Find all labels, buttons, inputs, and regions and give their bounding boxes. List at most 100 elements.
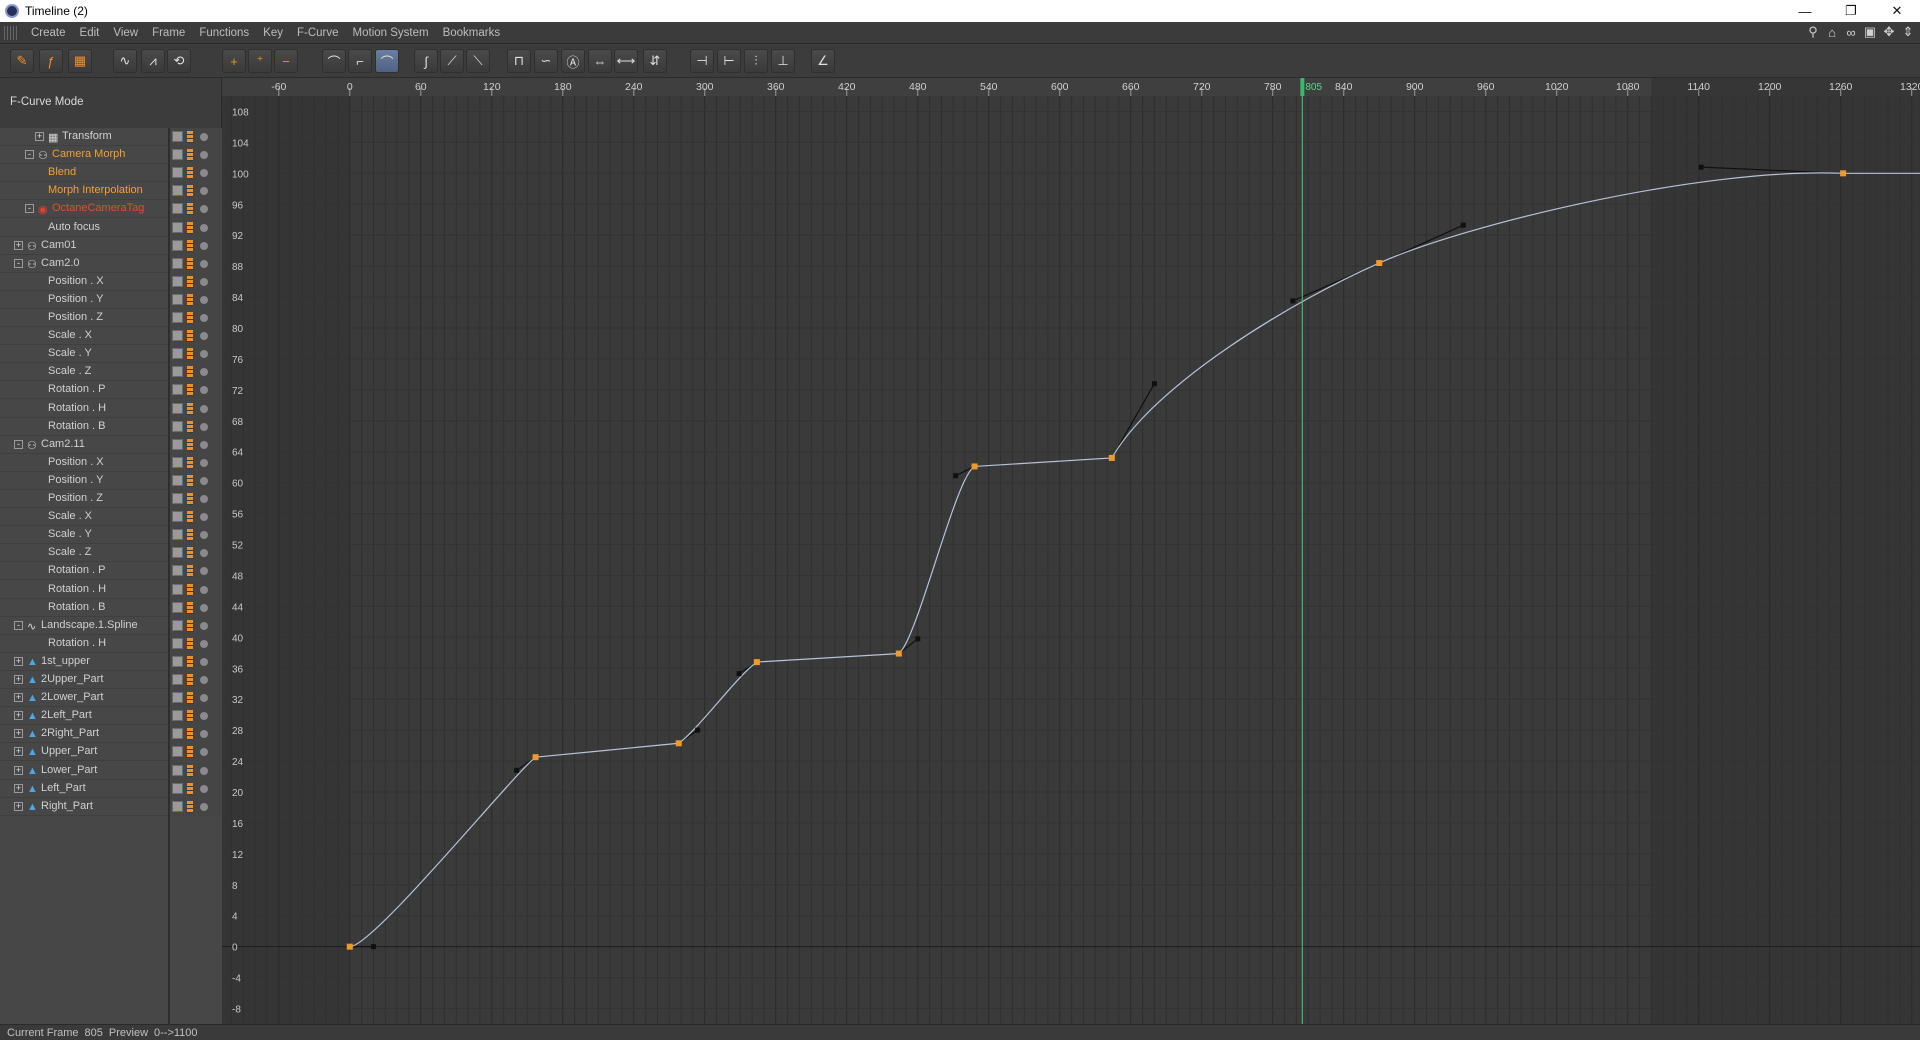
track-color-icon[interactable] [187,674,193,686]
dope-sheet-icon[interactable]: ▦ [68,49,92,73]
tree-name-cell[interactable]: + ⚇ Cam01 [0,236,168,255]
tree-name-cell[interactable]: Scale . Z [0,544,168,563]
expand-icon[interactable]: + [14,783,23,793]
tree-row[interactable]: Position . X [0,453,222,472]
expand-icon[interactable]: + [14,765,23,775]
tree-row[interactable]: Rotation . B [0,417,222,436]
edit-track-icon[interactable] [172,185,183,197]
expand-icon[interactable]: + [14,240,23,250]
track-color-icon[interactable] [187,293,193,306]
tree-row[interactable]: Position . Y [0,290,222,309]
edit-track-icon[interactable] [172,511,183,523]
collapse-icon[interactable]: - [25,150,34,160]
tree-name-cell[interactable]: Position . X [0,453,168,472]
tree-name-cell[interactable]: + ▲ Right_Part [0,797,168,816]
tree-row[interactable]: - ◉ OctaneCameraTag [0,200,222,219]
collapse-icon[interactable]: - [25,204,34,214]
tree-name-cell[interactable]: Position . Z [0,309,168,327]
collapse-icon[interactable]: - [14,439,23,449]
track-color-icon[interactable] [187,710,193,723]
expand-icon[interactable]: + [14,747,23,757]
tree-row[interactable]: Rotation . H [0,634,222,653]
edit-track-icon[interactable] [172,728,183,740]
tree-row[interactable]: + ▲ 2Right_Part [0,725,222,744]
tree-row[interactable]: Rotation . P [0,562,222,581]
tree-row[interactable]: + ▲ 2Left_Part [0,707,222,726]
search-icon[interactable]: ⚲ [1805,24,1821,40]
solo-dot-icon[interactable] [200,585,208,594]
zoom-view-icon[interactable]: ⇕ [1900,24,1916,40]
tree-row[interactable]: Rotation . B [0,598,222,617]
menu-bookmarks[interactable]: Bookmarks [436,22,508,44]
tree-name-cell[interactable]: Position . Z [0,490,168,508]
tree-name-cell[interactable]: Rotation . H [0,634,168,653]
edit-track-icon[interactable] [172,619,183,631]
solo-dot-icon[interactable] [200,531,208,540]
track-color-icon[interactable] [187,511,193,524]
solo-dot-icon[interactable] [200,259,208,268]
tree-name-cell[interactable]: Rotation . B [0,598,168,617]
track-color-icon[interactable] [187,764,193,777]
edit-track-icon[interactable] [172,420,183,432]
track-color-icon[interactable] [187,330,193,343]
track-color-icon[interactable] [187,782,193,795]
tree-row[interactable]: Blend [0,164,222,183]
solo-dot-icon[interactable] [200,241,208,250]
track-color-icon[interactable] [187,420,193,433]
solo-dot-icon[interactable] [200,295,208,304]
expand-icon[interactable]: + [14,729,23,739]
move-view-icon[interactable]: ✥ [1881,24,1897,40]
tangent-flat-icon[interactable]: ⌐ [348,49,372,73]
fcurve-graph[interactable]: 108 104 100 96 92 88 84 80 76 72 68 64 60 56 52 48 44 40 3… [222,78,1920,1024]
edit-track-icon[interactable] [172,800,183,812]
fcurve-canvas[interactable]: 1081041009692888480767268646056524844403… [222,78,1920,1024]
tree-row[interactable]: Scale . X [0,327,222,346]
solo-dot-icon[interactable] [200,621,208,630]
tree-row[interactable]: + ▲ Upper_Part [0,743,222,762]
solo-dot-icon[interactable] [200,169,208,178]
edit-track-icon[interactable] [172,275,183,287]
link-icon[interactable]: ∞ [1843,24,1859,40]
edit-track-icon[interactable] [172,293,183,305]
edit-track-icon[interactable] [172,456,183,468]
track-color-icon[interactable] [187,402,193,415]
close-button[interactable]: ✕ [1874,0,1920,22]
solo-dot-icon[interactable] [200,314,208,322]
solo-dot-icon[interactable] [200,802,208,811]
edit-track-icon[interactable] [172,131,183,142]
tree-name-cell[interactable]: Scale . Y [0,345,168,364]
minimize-button[interactable]: — [1782,0,1828,22]
track-color-icon[interactable] [187,384,193,397]
solo-dot-icon[interactable] [200,205,208,214]
track-color-icon[interactable] [187,619,193,632]
tree-row[interactable]: - ⚇ Camera Morph [0,146,222,165]
tree-name-cell[interactable]: Auto focus [0,218,168,237]
edit-track-icon[interactable] [172,366,183,378]
spline-ease-out-icon[interactable]: ⟍ [466,49,490,73]
tangent-active-icon[interactable]: ⌒ [375,49,399,73]
tree-name-cell[interactable]: + ▲ 1st_upper [0,652,168,671]
fcurve-mode-icon[interactable]: ƒ [39,49,63,73]
show-curves-icon[interactable]: ∿ [113,49,137,73]
tree-row[interactable]: + ▲ 2Lower_Part [0,689,222,708]
solo-dot-icon[interactable] [200,422,208,431]
tree-row[interactable]: + ▦ Transform [0,128,222,146]
track-color-icon[interactable] [187,746,193,759]
tree-row[interactable]: Position . X [0,272,222,291]
tree-name-cell[interactable]: Blend [0,164,168,183]
tree-name-cell[interactable]: + ▲ 2Lower_Part [0,689,168,708]
edit-track-icon[interactable] [172,547,183,559]
tree-row[interactable]: + ▲ Right_Part [0,797,222,816]
solo-dot-icon[interactable] [200,332,208,341]
snap-curve-icon[interactable]: ⩘ [141,49,165,73]
break-tangent-icon[interactable]: ⫶ [744,49,768,73]
edit-track-icon[interactable] [172,312,183,323]
expand-icon[interactable]: + [14,711,23,721]
track-color-icon[interactable] [187,348,193,361]
tree-row[interactable]: Scale . X [0,508,222,527]
expand-icon[interactable]: + [14,656,23,666]
add-key-icon[interactable]: + [222,49,246,73]
solo-dot-icon[interactable] [200,603,208,612]
expand-icon[interactable]: + [35,132,44,141]
tree-name-cell[interactable]: Scale . X [0,508,168,527]
